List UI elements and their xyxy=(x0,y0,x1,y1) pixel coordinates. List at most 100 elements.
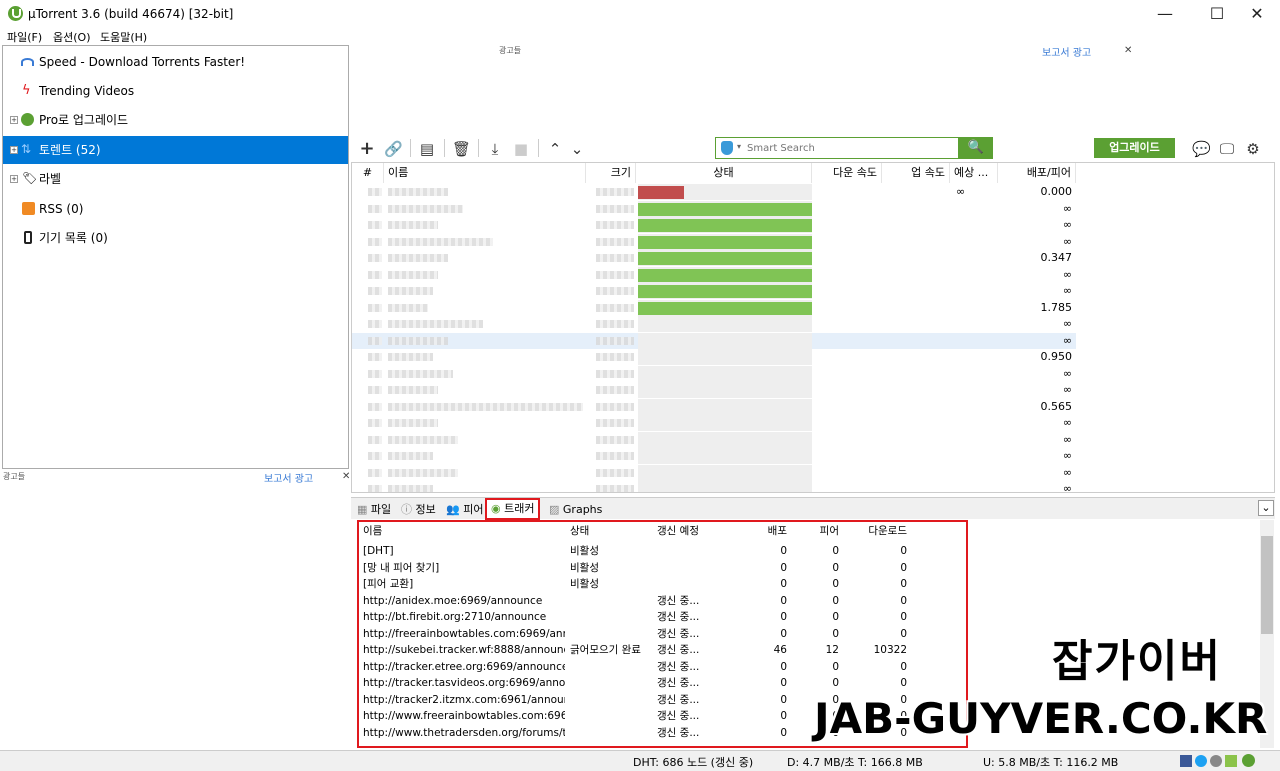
eta-value: ∞ xyxy=(956,185,966,198)
move-down-icon[interactable]: ⌄ xyxy=(568,140,586,158)
tab-files[interactable]: ▦ 파일 xyxy=(357,501,391,519)
sidebar-item-trending[interactable]: ϟ Trending Videos xyxy=(3,77,348,105)
column-header-size[interactable]: 크기 xyxy=(586,163,636,183)
ratio-value: ∞ xyxy=(1062,383,1072,396)
rss-icon xyxy=(22,202,35,215)
ad-label: 광고들 xyxy=(499,46,522,55)
column-header-number[interactable]: # xyxy=(352,163,384,183)
column-header-up-speed[interactable]: 업 속도 xyxy=(882,163,950,183)
sidebar-item-speed[interactable]: Speed - Download Torrents Faster! xyxy=(3,48,348,76)
torrent-row[interactable]: 1.785 xyxy=(352,299,1076,317)
top-ad-pane: 광고들 보고서 광고 xyxy=(498,44,1132,134)
torrent-row[interactable]: ∞ xyxy=(352,283,1076,300)
twitter-icon[interactable] xyxy=(1195,755,1207,767)
android-icon[interactable] xyxy=(1225,755,1237,767)
tab-peers[interactable]: 👥 피어 xyxy=(446,501,483,519)
detail-tabs: ▦ 파일 ⓘ 정보 👥 피어 ◉ 트래커 ▨ Graphs ⌄ xyxy=(351,497,1275,520)
sidebar-item-labels[interactable]: + 🏷 라벨 xyxy=(3,165,348,193)
add-torrent-icon[interactable]: + xyxy=(358,140,376,158)
torrent-row[interactable]: ∞ xyxy=(352,481,1076,493)
remote-icon[interactable]: 🖵 xyxy=(1218,140,1236,158)
status-ok-icon xyxy=(1242,754,1255,767)
report-ad-link[interactable]: 보고서 광고 xyxy=(1042,44,1091,59)
sidebar-item-devices[interactable]: 기기 목록 (0) xyxy=(3,224,348,252)
tab-trackers[interactable]: ◉ 트래커 xyxy=(485,498,541,520)
web-icon[interactable] xyxy=(1210,755,1222,767)
column-header-ratio[interactable]: 배포/피어 xyxy=(998,163,1076,183)
torrent-row[interactable]: ∞ xyxy=(352,200,1076,218)
download-icon[interactable]: ⤓ xyxy=(486,140,504,158)
ad-label: 광고들 xyxy=(3,472,26,481)
torrent-row[interactable]: 0.950 xyxy=(352,349,1076,366)
column-header-eta[interactable]: 예상 ... xyxy=(950,163,998,183)
torrents-icon: ⇅ xyxy=(21,142,32,156)
minimize-button[interactable]: — xyxy=(1142,0,1188,28)
sidebar-item-rss[interactable]: RSS (0) xyxy=(3,195,348,223)
move-up-icon[interactable]: ⌃ xyxy=(546,140,564,158)
search-button[interactable]: 🔍 xyxy=(959,137,993,159)
column-header-down-speed[interactable]: 다운 속도 xyxy=(812,163,882,183)
expand-icon[interactable]: + xyxy=(10,116,18,124)
ratio-value: ∞ xyxy=(1062,284,1072,297)
expand-icon[interactable]: + xyxy=(10,146,18,154)
torrent-row[interactable]: ∞ xyxy=(352,332,1076,349)
ratio-value: ∞ xyxy=(1062,482,1072,493)
ratio-value: ∞ xyxy=(1062,366,1072,380)
search-input[interactable] xyxy=(747,140,955,156)
ratio-value: 0.950 xyxy=(1040,350,1073,363)
ratio-value: ∞ xyxy=(1062,416,1072,429)
ratio-value: 1.785 xyxy=(1040,300,1073,314)
torrent-row[interactable]: ∞ xyxy=(352,382,1076,399)
torrent-row[interactable]: 0.565 xyxy=(352,398,1076,416)
stop-icon[interactable]: ■ xyxy=(512,140,530,158)
torrent-row[interactable]: ∞ xyxy=(352,448,1076,465)
ratio-value: ∞ xyxy=(1062,201,1072,215)
ratio-value: ∞ xyxy=(1062,267,1072,281)
torrent-row[interactable]: ∞ xyxy=(352,415,1076,432)
tab-graphs[interactable]: ▨ Graphs xyxy=(549,501,602,519)
facebook-icon[interactable] xyxy=(1180,755,1192,767)
settings-icon[interactable]: ⚙ xyxy=(1244,140,1262,158)
report-ad-link[interactable]: 보고서 광고 xyxy=(264,470,313,485)
search-box[interactable]: ▾ xyxy=(715,137,959,159)
upload-status[interactable]: U: 5.8 MB/초 T: 116.2 MB xyxy=(983,754,1118,770)
download-status[interactable]: D: 4.7 MB/초 T: 166.8 MB xyxy=(787,754,923,770)
column-header-status[interactable]: 상태 xyxy=(636,163,812,183)
close-button[interactable]: ✕ xyxy=(1234,0,1280,28)
sidebar: Speed - Download Torrents Faster! ϟ Tren… xyxy=(2,45,349,469)
menu-help[interactable]: 도움말(H) xyxy=(100,29,147,45)
add-link-icon[interactable]: 🔗 xyxy=(384,140,403,158)
sidebar-item-torrents[interactable]: + ⇅ 토렌트 (52) xyxy=(3,136,348,164)
torrent-row[interactable]: ∞ xyxy=(352,217,1076,234)
collapse-panel-icon[interactable]: ⌄ xyxy=(1258,500,1274,516)
menu-file[interactable]: 파일(F) xyxy=(7,29,42,45)
torrent-row[interactable]: 0.347 xyxy=(352,250,1076,267)
watermark-url: JAB-GUYVER.CO.KR xyxy=(814,694,1268,743)
delete-icon[interactable]: 🗑 xyxy=(452,140,471,158)
torrent-row[interactable]: ∞ xyxy=(352,431,1076,449)
close-ad-icon[interactable]: ✕ xyxy=(1124,45,1132,56)
left-ad-pane: 광고들 보고서 광고 ✕ xyxy=(2,470,350,750)
create-torrent-icon[interactable]: ▤ xyxy=(418,140,436,158)
torrent-list[interactable]: # 이름 크기 상태 다운 속도 업 속도 예상 ... 배포/피어 0.000… xyxy=(351,162,1275,493)
torrent-row[interactable]: ∞ xyxy=(352,233,1076,251)
utorrent-logo-icon xyxy=(21,113,34,126)
torrent-row[interactable]: ∞ xyxy=(352,464,1076,482)
sidebar-item-pro-upgrade[interactable]: + Pro로 업그레이드 xyxy=(3,106,348,134)
ratio-value: ∞ xyxy=(1062,449,1072,462)
speed-icon xyxy=(21,58,34,66)
column-header-name[interactable]: 이름 xyxy=(384,163,586,183)
torrent-row[interactable]: ∞ xyxy=(352,316,1076,333)
chat-icon[interactable]: 💬 xyxy=(1192,140,1211,158)
tag-icon: 🏷 xyxy=(22,171,38,185)
expand-icon[interactable]: + xyxy=(10,175,18,183)
ratio-value: 0.565 xyxy=(1040,399,1073,413)
torrent-row[interactable]: ∞ xyxy=(352,365,1076,383)
tab-info[interactable]: ⓘ 정보 xyxy=(401,501,436,519)
torrent-row[interactable]: ∞ xyxy=(352,266,1076,284)
upgrade-button[interactable]: 업그레이드 xyxy=(1094,138,1175,158)
status-bar: DHT: 686 노드 (갱신 중) D: 4.7 MB/초 T: 166.8 … xyxy=(0,750,1280,771)
torrent-row[interactable]: 0.000 xyxy=(352,184,1076,201)
menu-options[interactable]: 옵션(O) xyxy=(53,29,90,45)
close-ad-icon[interactable]: ✕ xyxy=(342,471,350,482)
